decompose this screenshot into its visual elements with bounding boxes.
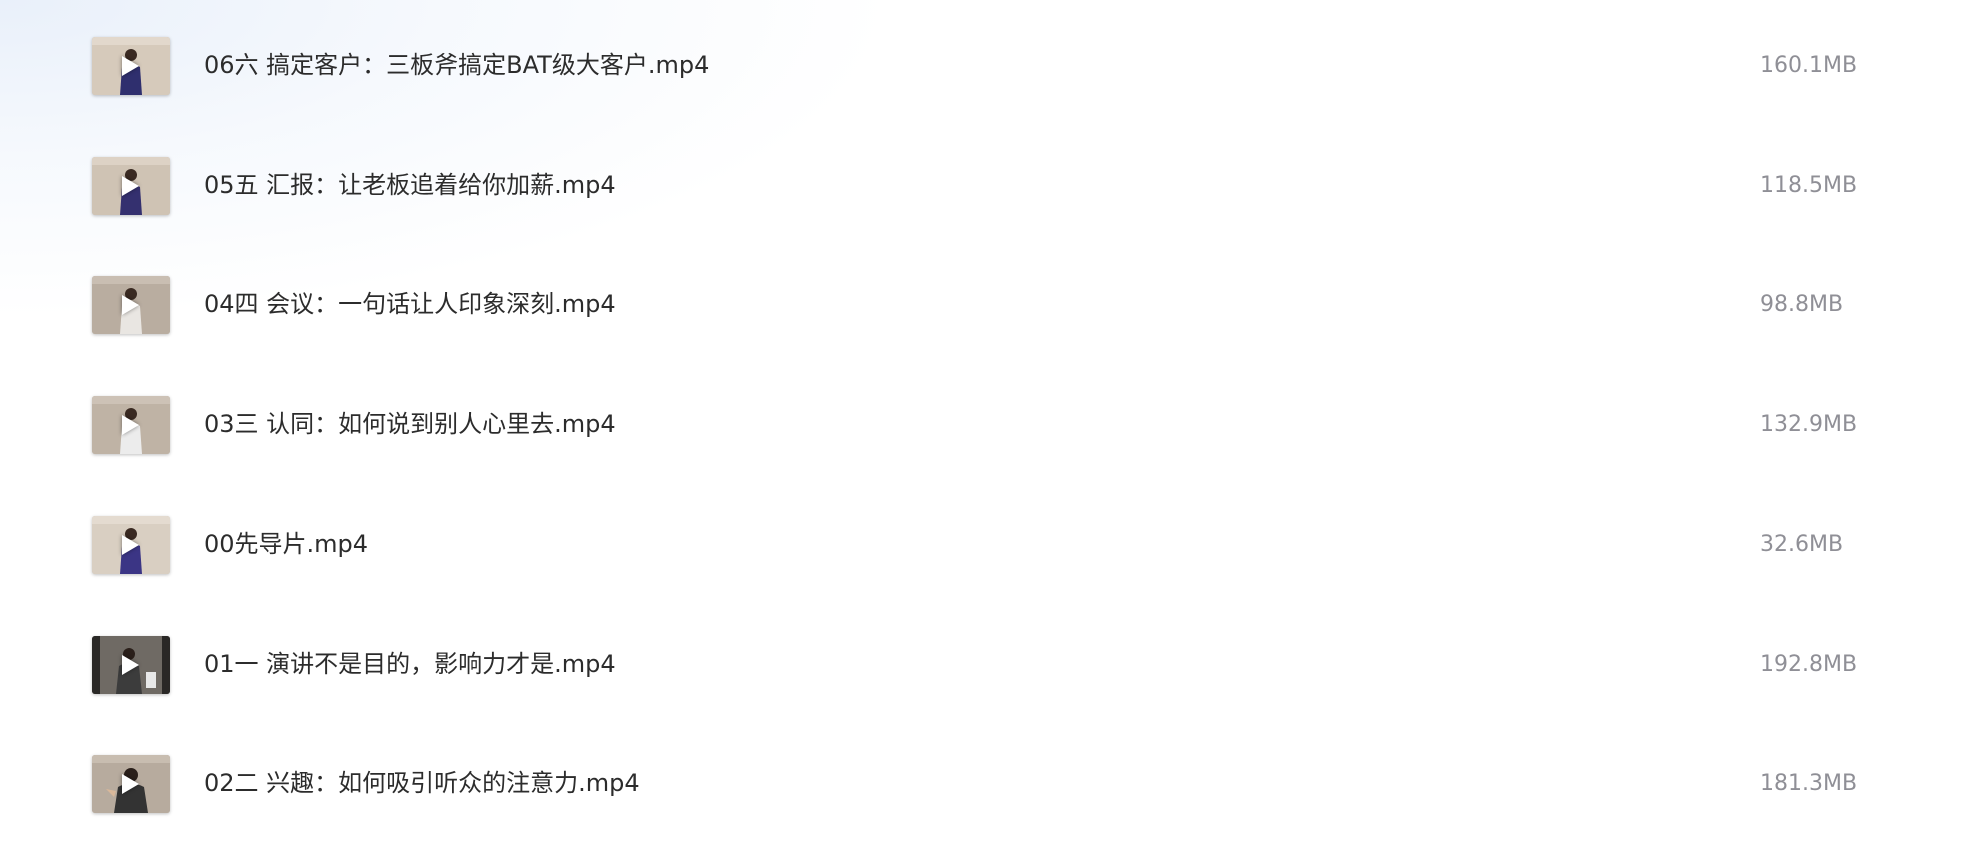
file-size: 181.3MB — [1760, 771, 1858, 796]
play-icon — [122, 176, 139, 196]
video-thumbnail[interactable] — [92, 157, 170, 215]
file-name[interactable]: 05五 汇报：让老板追着给你加薪.mp4 — [204, 170, 616, 200]
file-name[interactable]: 00先导片.mp4 — [204, 529, 368, 559]
file-name[interactable]: 02二 兴趣：如何吸引听众的注意力.mp4 — [204, 768, 640, 798]
video-thumbnail[interactable] — [92, 37, 170, 95]
file-size: 32.6MB — [1760, 532, 1844, 557]
video-thumbnail[interactable] — [92, 276, 170, 334]
video-thumbnail[interactable] — [92, 755, 170, 813]
file-name[interactable]: 06六 搞定客户：三板斧搞定BAT级大客户.mp4 — [204, 50, 709, 80]
play-icon — [122, 295, 139, 315]
file-row[interactable]: 03三 认同：如何说到别人心里去.mp4 132.9MB — [0, 363, 1971, 483]
video-thumbnail[interactable] — [92, 516, 170, 574]
video-thumbnail[interactable] — [92, 396, 170, 454]
file-name[interactable]: 03三 认同：如何说到别人心里去.mp4 — [204, 409, 616, 439]
file-row[interactable]: 00先导片.mp4 32.6MB — [0, 483, 1971, 603]
file-size: 160.1MB — [1760, 53, 1858, 78]
file-row[interactable]: 05五 汇报：让老板追着给你加薪.mp4 118.5MB — [0, 124, 1971, 244]
video-file-list: 06六 搞定客户：三板斧搞定BAT级大客户.mp4 160.1MB 05五 汇报… — [0, 0, 1971, 818]
file-size: 192.8MB — [1760, 652, 1858, 677]
play-icon — [122, 415, 139, 435]
play-icon — [122, 774, 139, 794]
file-row[interactable]: 04四 会议：一句话让人印象深刻.mp4 98.8MB — [0, 243, 1971, 363]
play-icon — [122, 535, 139, 555]
file-row[interactable]: 01一 演讲不是目的，影响力才是.mp4 192.8MB — [0, 603, 1971, 723]
video-thumbnail[interactable] — [92, 636, 170, 694]
file-row[interactable]: 02二 兴趣：如何吸引听众的注意力.mp4 181.3MB — [0, 722, 1971, 842]
file-name[interactable]: 01一 演讲不是目的，影响力才是.mp4 — [204, 649, 616, 679]
file-name[interactable]: 04四 会议：一句话让人印象深刻.mp4 — [204, 289, 616, 319]
file-row[interactable]: 06六 搞定客户：三板斧搞定BAT级大客户.mp4 160.1MB — [0, 4, 1971, 124]
play-icon — [122, 655, 139, 675]
file-size: 118.5MB — [1760, 173, 1858, 198]
play-icon — [122, 56, 139, 76]
file-size: 98.8MB — [1760, 292, 1844, 317]
file-size: 132.9MB — [1760, 412, 1858, 437]
